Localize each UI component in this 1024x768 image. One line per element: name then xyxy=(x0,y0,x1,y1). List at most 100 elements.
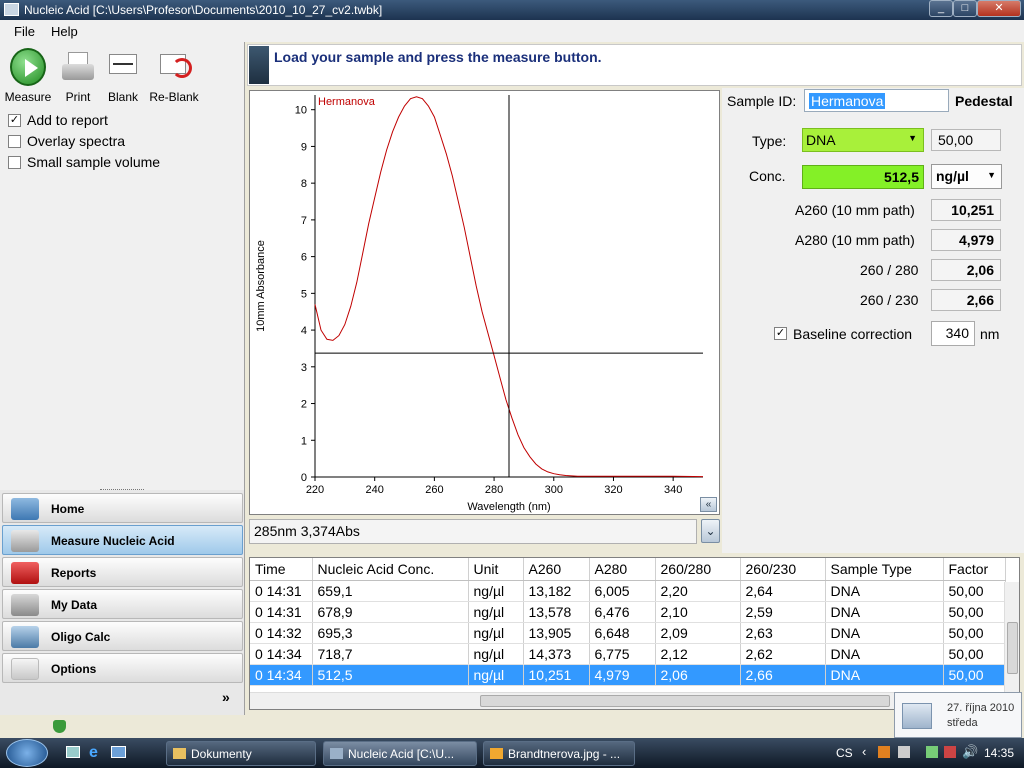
spectrum-chart[interactable]: 220 240 260 280 300 320 340 0 1 2 3 4 5 6 7 8 9 10 Wavelen… xyxy=(249,90,720,515)
table-cell: 6,005 xyxy=(589,580,656,602)
horizontal-scrollbar[interactable] xyxy=(250,692,1004,709)
nav-label: Options xyxy=(51,662,97,676)
sample-id-label: Sample ID: xyxy=(727,93,797,109)
table-row[interactable]: 0 14:32 695,3 ng/µl 13,905 6,648 2,09 2,63 DNA 5… xyxy=(250,622,1006,644)
folder-icon xyxy=(173,748,186,759)
col-factor[interactable]: Factor xyxy=(943,558,1006,581)
left-panel: Measure Print Blank Re-Blank ✓ Add to re… xyxy=(0,42,245,490)
small-sample-volume-checkbox[interactable]: Small sample volume xyxy=(8,154,160,170)
pedestal-arm-icon xyxy=(249,46,269,84)
start-button[interactable] xyxy=(6,739,48,767)
x-tick-label: 220 xyxy=(306,484,324,496)
table-cell: 4,979 xyxy=(589,664,656,686)
table-cell: ng/µl xyxy=(468,601,524,623)
table-cell: 659,1 xyxy=(312,580,469,602)
shield-icon xyxy=(53,720,66,733)
a280-label: A280 (10 mm path) xyxy=(795,232,915,248)
checkbox-box[interactable]: ✓ xyxy=(8,113,21,127)
col-a280[interactable]: A280 xyxy=(589,558,656,581)
table-cell: ng/µl xyxy=(468,580,524,602)
type-value: DNA xyxy=(806,132,836,148)
y-tick-label: 6 xyxy=(301,252,307,264)
add-to-report-checkbox[interactable]: ✓ Add to report xyxy=(8,112,108,128)
nav-label: My Data xyxy=(51,598,98,612)
checkbox-box[interactable] xyxy=(8,155,21,169)
table-cell: 14,373 xyxy=(523,643,590,665)
vertical-scrollbar[interactable] xyxy=(1004,582,1019,693)
table-row[interactable]: 0 14:34 512,5 ng/µl 10,251 4,979 2,06 2,66 DNA 5… xyxy=(250,664,1006,686)
table-cell: ng/µl xyxy=(468,664,524,686)
table-cell: 13,182 xyxy=(523,580,590,602)
tray-app-icon[interactable] xyxy=(878,746,890,758)
close-button[interactable]: ✕ xyxy=(977,0,1021,17)
col-conc[interactable]: Nucleic Acid Conc. xyxy=(312,558,469,581)
col-sample-type[interactable]: Sample Type xyxy=(825,558,944,581)
pedestal-label: Pedestal xyxy=(955,93,1013,109)
taskbar-item-nucleic-acid[interactable]: Nucleic Acid [C:\U... xyxy=(323,741,477,766)
battery-icon[interactable] xyxy=(926,746,938,758)
menu-bar: File Help xyxy=(0,20,1024,42)
reblank-label: Re-Blank xyxy=(149,90,199,104)
scrollbar-thumb[interactable] xyxy=(480,695,890,707)
reblank-button[interactable]: Re-Blank xyxy=(148,48,200,104)
col-a260[interactable]: A260 xyxy=(523,558,590,581)
minimize-button[interactable]: _ xyxy=(929,0,953,17)
unit-dropdown[interactable]: ng/µl ▼ xyxy=(931,164,1002,189)
nav-measure-nucleic-acid[interactable]: Measure Nucleic Acid xyxy=(2,525,243,555)
table-row[interactable]: 0 14:31 678,9 ng/µl 13,578 6,476 2,10 2,59 DNA 5… xyxy=(250,601,1006,623)
a260-label: A260 (10 mm path) xyxy=(795,202,915,218)
taskbar-item-dokumenty[interactable]: Dokumenty xyxy=(166,741,316,766)
print-button[interactable]: Print xyxy=(56,48,100,104)
tray-expand-icon[interactable]: ‹ xyxy=(862,744,866,759)
col-260-280[interactable]: 260/280 xyxy=(655,558,741,581)
measure-button[interactable]: Measure xyxy=(4,48,52,104)
sample-id-input[interactable]: Hermanova xyxy=(804,89,949,112)
scrollbar-thumb[interactable] xyxy=(1007,622,1018,674)
taskbar-item-brandtnerova[interactable]: Brandtnerova.jpg - ... xyxy=(483,741,635,766)
checkbox-box[interactable] xyxy=(8,134,21,148)
baseline-input[interactable]: 340 xyxy=(931,321,975,346)
nav-reports[interactable]: Reports xyxy=(2,557,243,587)
network-icon[interactable] xyxy=(944,746,956,758)
table-cell: 0 14:34 xyxy=(250,664,313,686)
col-time[interactable]: Time xyxy=(250,558,313,581)
baseline-correction-checkbox[interactable]: ✓ xyxy=(774,327,787,340)
menu-help[interactable]: Help xyxy=(51,24,78,39)
unit-value: ng/µl xyxy=(936,168,969,184)
y-tick-label: 7 xyxy=(301,215,307,227)
table-cell: 2,59 xyxy=(740,601,826,623)
overlay-spectra-checkbox[interactable]: Overlay spectra xyxy=(8,133,125,149)
switch-windows-icon[interactable] xyxy=(111,746,126,758)
language-indicator[interactable]: CS xyxy=(836,746,853,760)
internet-explorer-icon[interactable]: e xyxy=(89,744,98,762)
table-cell: 50,00 xyxy=(943,622,1006,644)
clock[interactable]: 14:35 xyxy=(984,746,1014,760)
popup-day: středa xyxy=(947,717,978,729)
printer-icon xyxy=(60,48,96,86)
col-260-230[interactable]: 260/230 xyxy=(740,558,826,581)
nav-more-button[interactable]: » xyxy=(222,689,230,705)
nav-options[interactable]: Options xyxy=(2,653,243,683)
show-desktop-icon[interactable] xyxy=(66,746,80,758)
maximize-button[interactable]: □ xyxy=(953,0,977,17)
spectrum-svg[interactable]: 220 240 260 280 300 320 340 0 1 2 3 4 5 6 7 8 9 10 Wavelen… xyxy=(250,91,719,514)
y-tick-label: 5 xyxy=(301,288,307,300)
blank-button[interactable]: Blank xyxy=(103,48,143,104)
nav-my-data[interactable]: My Data xyxy=(2,589,243,619)
collapse-chart-button[interactable]: « xyxy=(700,497,717,512)
nav-home[interactable]: Home xyxy=(2,493,243,523)
tray-monitor-icon[interactable] xyxy=(898,746,910,758)
volume-icon[interactable]: 🔊 xyxy=(962,744,978,760)
table-cell: 6,476 xyxy=(589,601,656,623)
splitter-grip[interactable] xyxy=(100,489,144,492)
expand-table-button[interactable]: ⌄ xyxy=(701,519,720,543)
table-row[interactable]: 0 14:34 718,7 ng/µl 14,373 6,775 2,12 2,62 DNA 5… xyxy=(250,643,1006,665)
nav-oligo-calc[interactable]: Oligo Calc xyxy=(2,621,243,651)
table-row[interactable]: 0 14:31 659,1 ng/µl 13,182 6,005 2,20 2,64 DNA 5… xyxy=(250,580,1006,602)
menu-file[interactable]: File xyxy=(14,24,35,39)
type-dropdown[interactable]: DNA ▼ xyxy=(802,128,924,152)
calendar-icon xyxy=(902,703,932,729)
taskbar-label: Nucleic Acid [C:\U... xyxy=(348,747,455,761)
col-unit[interactable]: Unit xyxy=(468,558,524,581)
factor-field[interactable]: 50,00 xyxy=(931,129,1001,151)
